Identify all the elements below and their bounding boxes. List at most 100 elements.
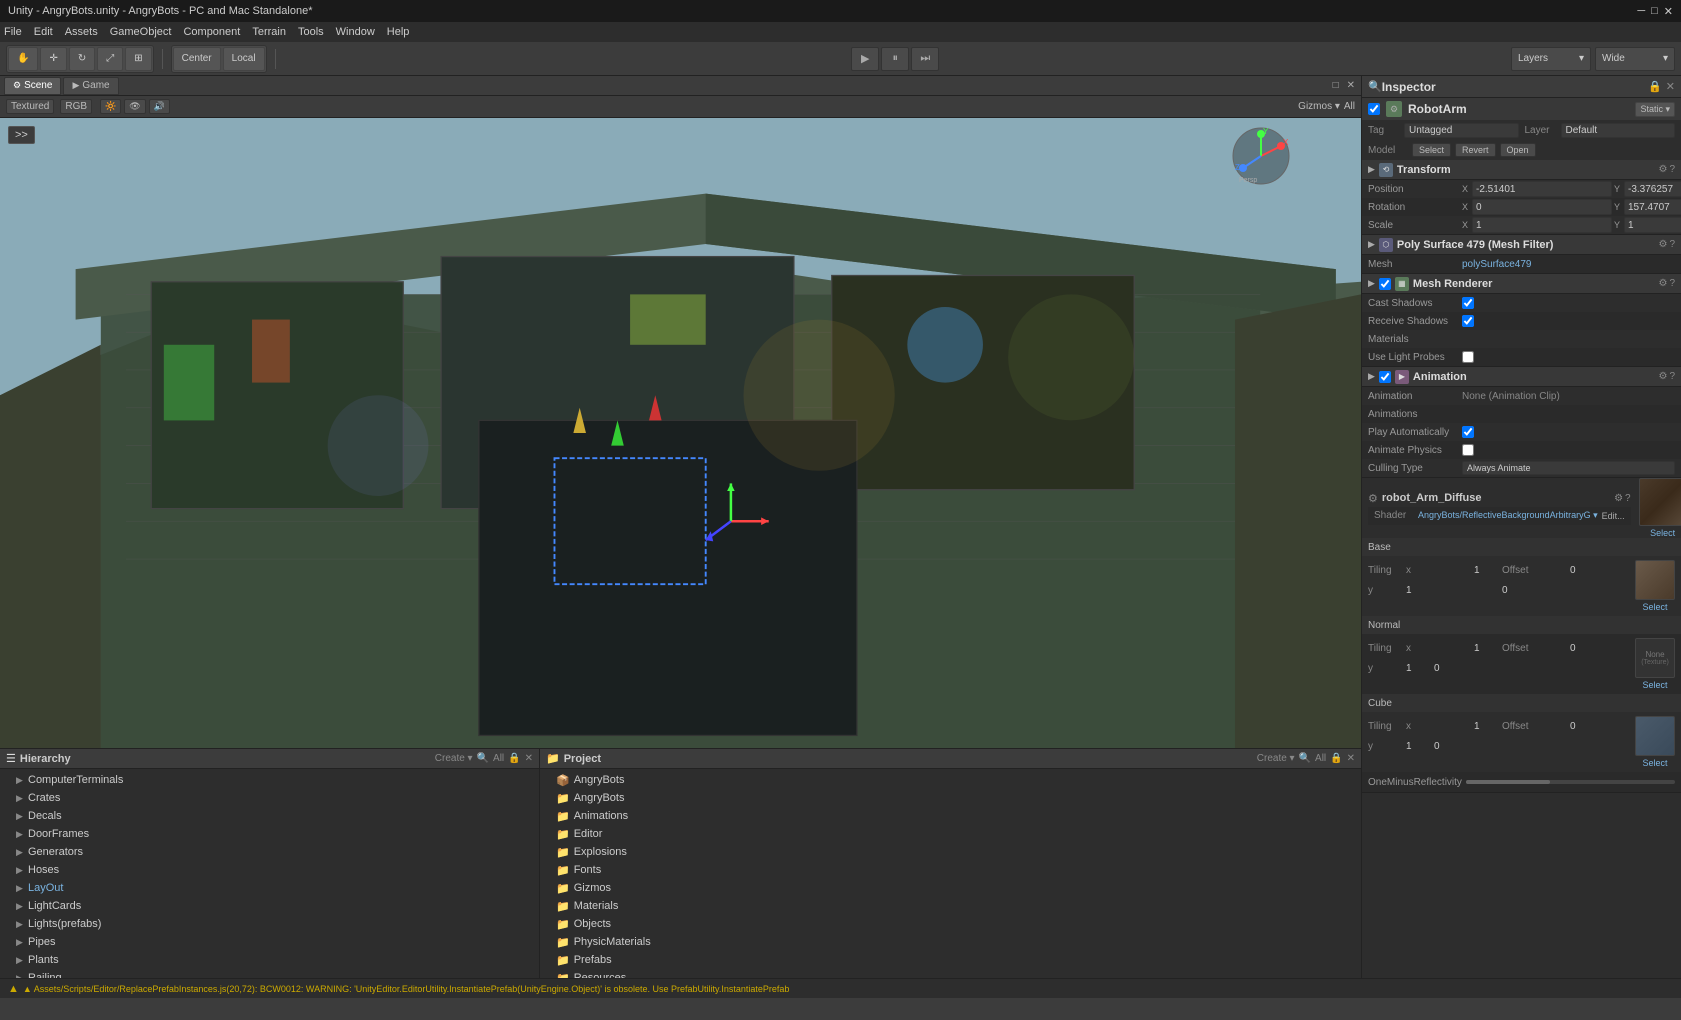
menu-tools[interactable]: Tools [298,26,324,38]
animation-help-btn[interactable]: ? [1669,371,1675,382]
animation-header[interactable]: ▶ ▶ Animation ⚙ ? [1362,367,1681,387]
menu-component[interactable]: Component [183,26,240,38]
base-texture-select-btn[interactable]: Select [1642,602,1667,612]
layout-dropdown[interactable]: Wide▾ [1595,47,1675,71]
transform-help-btn[interactable]: ? [1669,164,1675,175]
animation-settings-btn[interactable]: ⚙ [1658,371,1667,382]
material-select-btn[interactable]: Select [1650,528,1675,538]
menu-assets[interactable]: Assets [65,26,98,38]
close-btn[interactable]: ✕ [1664,5,1673,18]
hierarchy-item-doorframes[interactable]: ▶ DoorFrames [0,825,539,843]
hierarchy-all-btn[interactable]: All [493,753,504,764]
project-all-btn[interactable]: All [1315,753,1326,764]
reflectivity-slider[interactable] [1466,780,1675,784]
tag-value-dropdown[interactable]: Untagged [1404,123,1519,138]
project-item-resources[interactable]: 📁 Resources [540,969,1361,978]
all-btn[interactable]: All [1344,101,1355,112]
use-light-probes-checkbox[interactable] [1462,351,1474,363]
close-view-btn[interactable]: ✕ [1345,78,1357,93]
mesh-renderer-settings-btn[interactable]: ⚙ [1658,278,1667,289]
hierarchy-item-railing[interactable]: ▶ Railing [0,969,539,978]
color-btn[interactable]: RGB [60,99,92,114]
pause-btn[interactable]: ⏸ [881,47,909,71]
project-item-explosions[interactable]: 📁 Explosions [540,843,1361,861]
receive-shadows-checkbox[interactable] [1462,315,1474,327]
cast-shadows-checkbox[interactable] [1462,297,1474,309]
animate-physics-checkbox[interactable] [1462,444,1474,456]
normal-texture-select-btn[interactable]: Select [1642,680,1667,690]
project-item-animations[interactable]: 📁 Animations [540,807,1361,825]
project-item-objects[interactable]: 📁 Objects [540,915,1361,933]
play-btn[interactable]: ▶ [851,47,879,71]
animation-active-checkbox[interactable] [1379,371,1391,383]
scale-tool[interactable]: ⤢ [97,47,123,71]
hierarchy-item-layout[interactable]: ▶ LayOut [0,879,539,897]
rect-tool[interactable]: ⊞ [125,47,151,71]
scale-x-input[interactable] [1472,217,1612,233]
inspector-lock-btn[interactable]: 🔒 [1648,80,1662,93]
hierarchy-create-btn[interactable]: Create ▾ [435,753,473,764]
project-close-btn[interactable]: ✕ [1347,753,1355,764]
mesh-renderer-header[interactable]: ▶ ▦ Mesh Renderer ⚙ ? [1362,274,1681,294]
hierarchy-item-generators[interactable]: ▶ Generators [0,843,539,861]
hierarchy-item-pipes[interactable]: ▶ Pipes [0,933,539,951]
menu-help[interactable]: Help [387,26,410,38]
local-btn[interactable]: Local [223,47,265,71]
scene-view[interactable]: X Y Z Persp >> [0,118,1361,748]
hierarchy-item-decals[interactable]: ▶ Decals [0,807,539,825]
toggle-btn-2[interactable]: 👁 [124,99,145,114]
move-tool[interactable]: ✛ [40,47,66,71]
base-texture-thumb[interactable] [1635,560,1675,600]
rot-x-input[interactable] [1472,199,1612,215]
hierarchy-close-btn[interactable]: ✕ [525,753,533,764]
layers-dropdown[interactable]: Layers▾ [1511,47,1591,71]
static-badge[interactable]: Static ▾ [1635,102,1675,117]
cube-texture-thumb[interactable] [1635,716,1675,756]
mesh-filter-header[interactable]: ▶ ⬡ Poly Surface 479 (Mesh Filter) ⚙ ? [1362,235,1681,255]
scene-tab[interactable]: ⚙ Scene [4,77,61,95]
play-auto-checkbox[interactable] [1462,426,1474,438]
project-create-btn[interactable]: Create ▾ [1257,753,1295,764]
hierarchy-item-plants[interactable]: ▶ Plants [0,951,539,969]
toggle-btn-3[interactable]: 🔊 [149,99,170,114]
step-btn[interactable]: ⏭ [911,47,939,71]
project-item-materials[interactable]: 📁 Materials [540,897,1361,915]
object-name-field[interactable]: RobotArm [1408,102,1629,116]
menu-terrain[interactable]: Terrain [252,26,286,38]
shader-value[interactable]: AngryBots/ReflectiveBackgroundArbitraryG… [1418,510,1598,521]
hierarchy-search[interactable]: 🔍 [477,753,489,764]
hand-tool[interactable]: ✋ [8,47,38,71]
hierarchy-item-lights[interactable]: ▶ Lights(prefabs) [0,915,539,933]
gizmos-btn[interactable]: Gizmos ▾ [1298,101,1340,112]
maximize-view-btn[interactable]: □ [1331,78,1341,93]
scene-helper-btn[interactable]: >> [8,126,35,144]
normal-texture-thumb[interactable]: None (Texture) [1635,638,1675,678]
rot-y-input[interactable] [1624,199,1681,215]
material-settings-btn[interactable]: ⚙ [1614,493,1623,504]
hierarchy-item-computer-terminals[interactable]: ▶ ComputerTerminals [0,771,539,789]
layer-value-dropdown[interactable]: Default [1561,123,1676,138]
project-lock-btn[interactable]: 🔒 [1330,753,1342,764]
menu-file[interactable]: File [4,26,22,38]
minimize-btn[interactable]: ─ [1637,5,1645,18]
shading-btn[interactable]: Textured [6,99,54,114]
hierarchy-item-hoses[interactable]: ▶ Hoses [0,861,539,879]
culling-type-dropdown[interactable]: Always Animate [1462,461,1675,475]
model-revert-btn[interactable]: Revert [1455,143,1496,157]
menu-gameobject[interactable]: GameObject [110,26,172,38]
inspector-close-btn[interactable]: ✕ [1666,80,1675,93]
object-active-checkbox[interactable] [1368,103,1380,115]
project-item-physicmaterials[interactable]: 📁 PhysicMaterials [540,933,1361,951]
project-search[interactable]: 🔍 [1299,753,1311,764]
menu-edit[interactable]: Edit [34,26,53,38]
cube-texture-select-btn[interactable]: Select [1642,758,1667,768]
pos-x-input[interactable] [1472,181,1612,197]
menu-window[interactable]: Window [336,26,375,38]
hierarchy-item-crates[interactable]: ▶ Crates [0,789,539,807]
model-open-btn[interactable]: Open [1500,143,1536,157]
mesh-filter-help-btn[interactable]: ? [1669,239,1675,250]
mesh-renderer-active-checkbox[interactable] [1379,278,1391,290]
rotate-tool[interactable]: ↻ [69,47,95,71]
maximize-btn[interactable]: □ [1651,5,1658,18]
project-item-gizmos[interactable]: 📁 Gizmos [540,879,1361,897]
